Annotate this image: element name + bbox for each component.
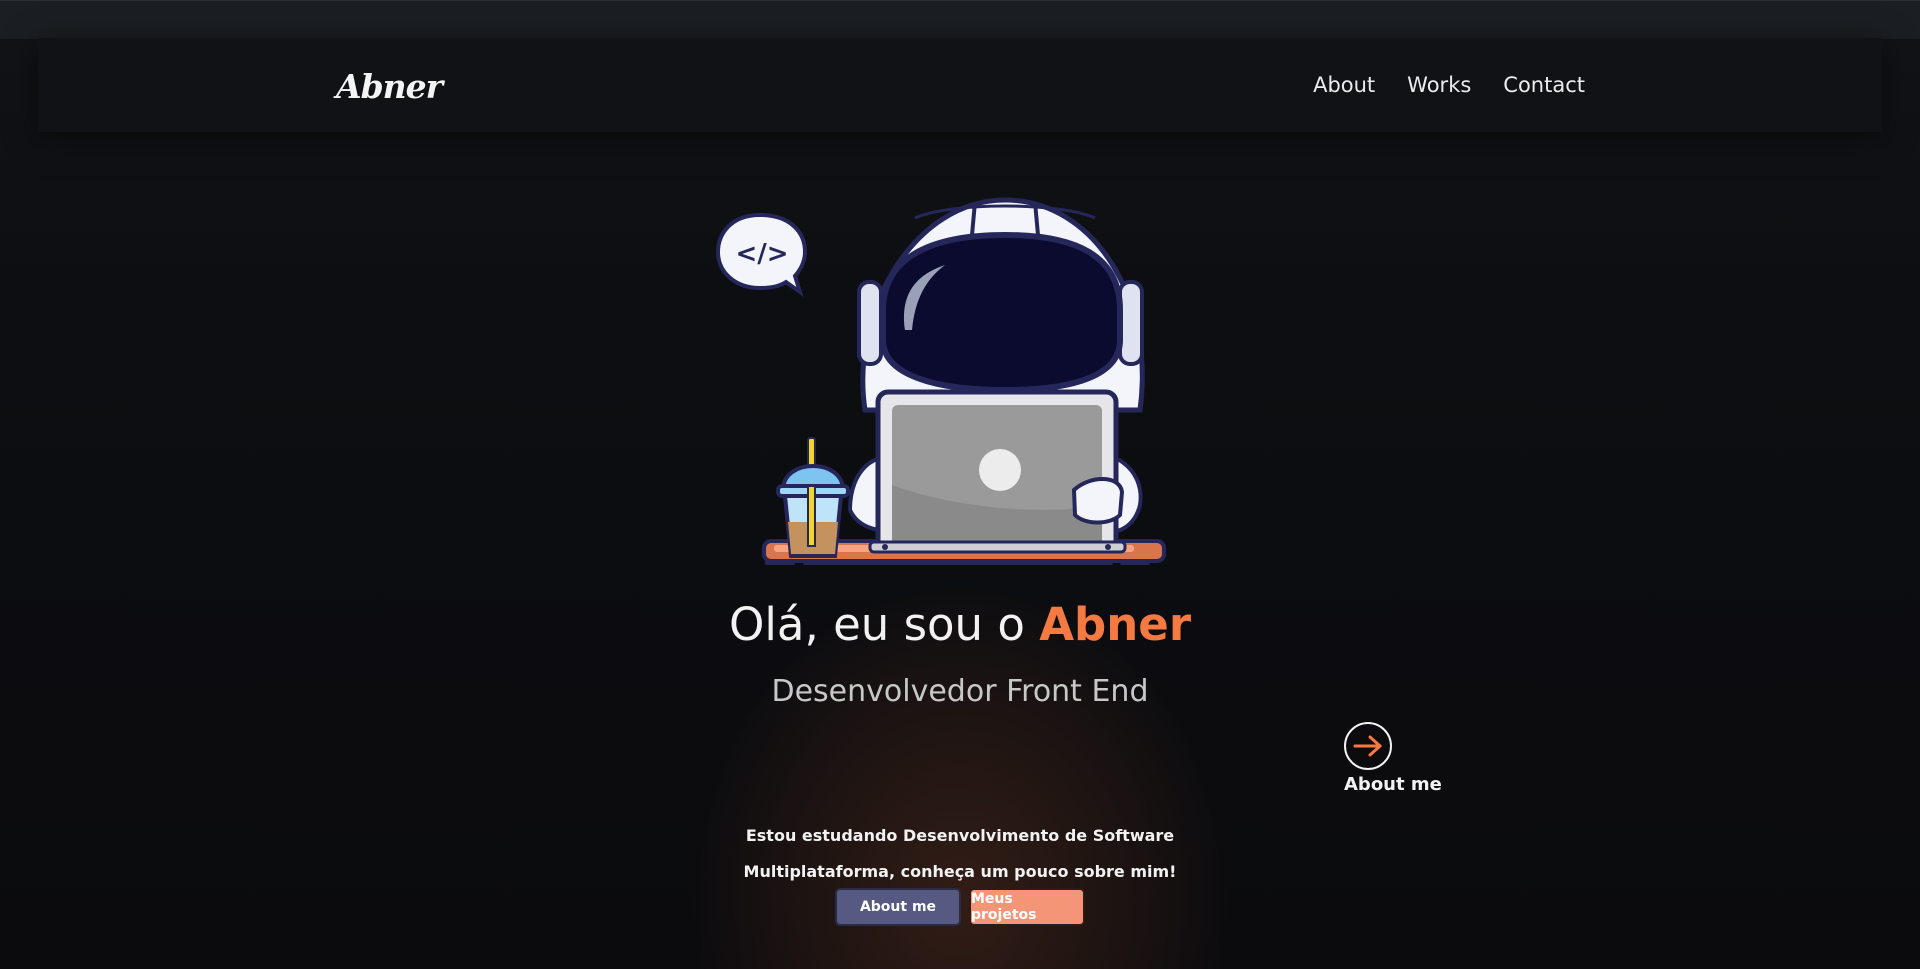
intro-text: Estou estudando Desenvolvimento de Softw…: [0, 818, 1920, 890]
astronaut-coding-illustration: </>: [715, 197, 1166, 565]
hero-title-prefix: Olá, eu sou o: [728, 598, 1040, 651]
nav-about-link[interactable]: About: [1313, 70, 1375, 100]
navbar: [38, 38, 1882, 132]
cta-buttons: About me Meus projetos: [0, 888, 1920, 926]
logo[interactable]: Abner: [336, 62, 443, 112]
nav-links: About Works Contact: [1313, 70, 1585, 100]
nav-works-link[interactable]: Works: [1407, 70, 1471, 100]
arrow-right-icon[interactable]: [1344, 722, 1392, 770]
portfolio-page: Abner About Works Contact </> Olá, eu so…: [0, 0, 1920, 969]
intro-line-2: Multiplataforma, conheça um pouco sobre …: [743, 862, 1177, 881]
about-me-link[interactable]: About me: [1344, 722, 1454, 798]
my-projects-button[interactable]: Meus projetos: [969, 888, 1085, 926]
code-symbol-text: </>: [735, 239, 788, 269]
astronaut-hand: [1071, 477, 1125, 525]
about-me-link-label[interactable]: About me: [1344, 772, 1454, 798]
nav-contact-link[interactable]: Contact: [1503, 70, 1585, 100]
browser-top-strip: [0, 0, 1920, 39]
about-me-button[interactable]: About me: [835, 888, 961, 926]
hero-title: Olá, eu sou o Abner: [0, 595, 1920, 655]
hero-title-name: Abner: [1039, 598, 1192, 651]
hero-subtitle: Desenvolvedor Front End: [771, 674, 1149, 709]
astronaut-helmet: [857, 197, 1145, 413]
intro-line-1: Estou estudando Desenvolvimento de Softw…: [745, 826, 1175, 845]
laptop: [868, 389, 1127, 554]
drink-cup: [776, 437, 850, 558]
code-speech-bubble: </>: [715, 212, 808, 298]
